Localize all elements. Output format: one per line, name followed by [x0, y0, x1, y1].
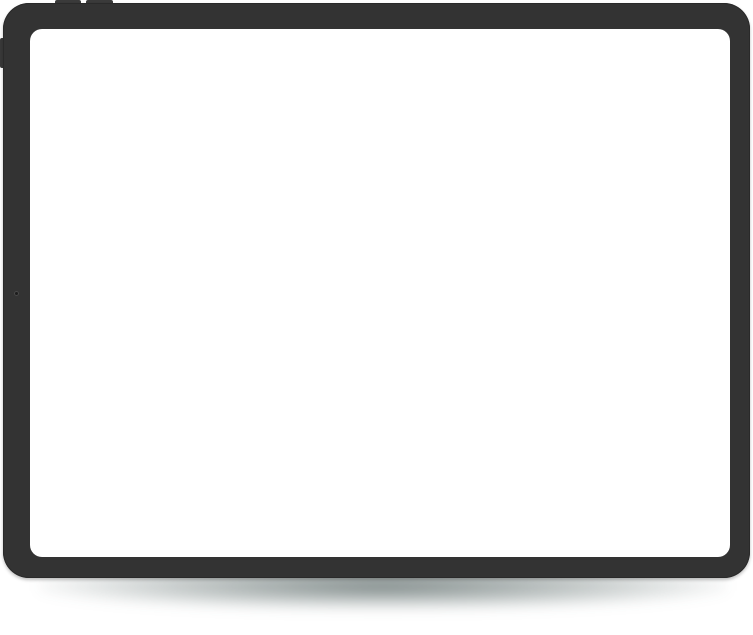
device-mockup-stage: [0, 0, 753, 635]
tablet-frame: [3, 3, 750, 578]
tablet-screen[interactable]: [30, 29, 730, 557]
front-camera-icon: [14, 291, 19, 296]
